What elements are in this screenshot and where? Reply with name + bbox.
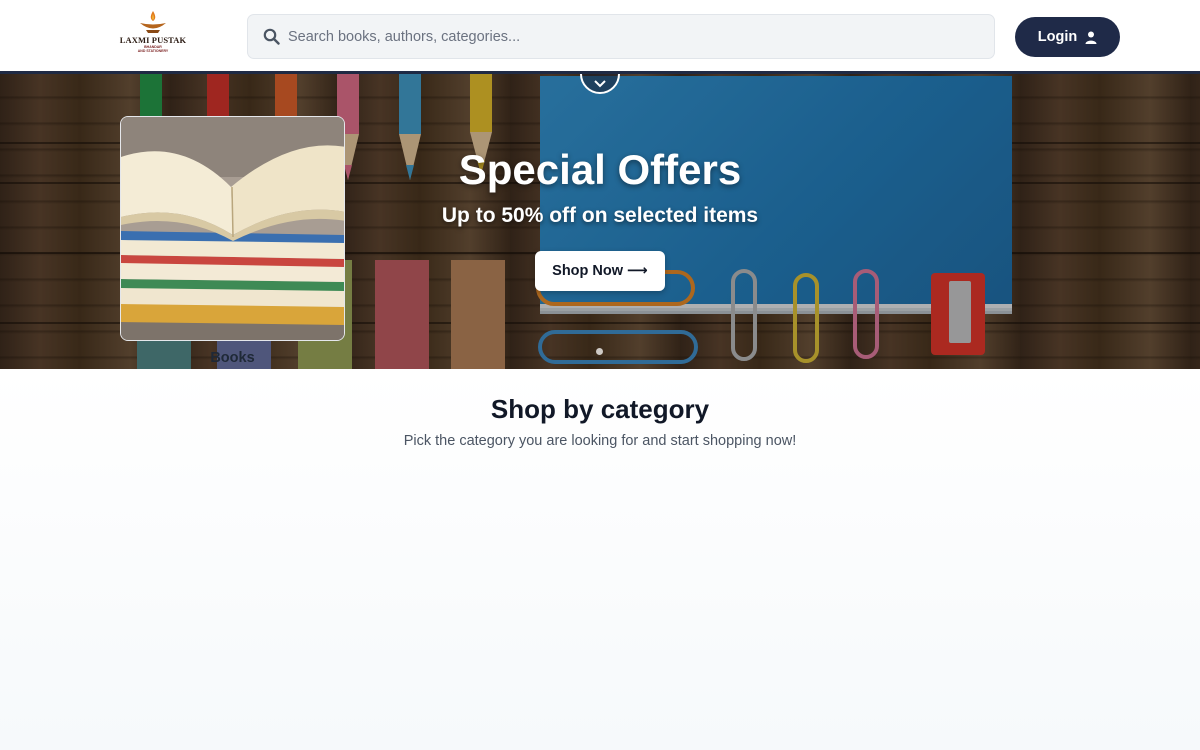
shop-now-button[interactable]: Shop Now ⟶	[535, 251, 665, 291]
search-input[interactable]	[288, 16, 994, 57]
books-category-image	[121, 117, 344, 340]
site-logo[interactable]: LAXMI PUSTAK BHANDAR AND STATIONERY	[119, 10, 187, 64]
category-card-books[interactable]	[120, 116, 345, 341]
chevron-down-icon	[594, 80, 606, 88]
login-label: Login	[1037, 29, 1078, 45]
login-button[interactable]: Login	[1015, 17, 1120, 57]
search-icon[interactable]	[248, 15, 288, 59]
carousel-dot[interactable]	[596, 348, 603, 355]
section-subtitle: Pick the category you are looking for an…	[403, 433, 797, 449]
category-label-books: Books	[210, 350, 255, 366]
logo-tagline: AND STATIONERY	[137, 49, 169, 53]
section-title: Shop by category	[490, 394, 710, 424]
arrow-right-icon: ⟶	[627, 263, 648, 279]
user-icon	[1085, 31, 1097, 44]
shop-now-label: Shop Now	[552, 263, 624, 279]
diya-lamp-icon	[140, 11, 166, 33]
site-header: LAXMI PUSTAK BHANDAR AND STATIONERY Logi…	[0, 0, 1200, 74]
search-bar[interactable]	[247, 14, 995, 59]
category-section: Shop by category Pick the category you a…	[0, 369, 1200, 750]
logo-title: LAXMI PUSTAK	[119, 35, 187, 45]
